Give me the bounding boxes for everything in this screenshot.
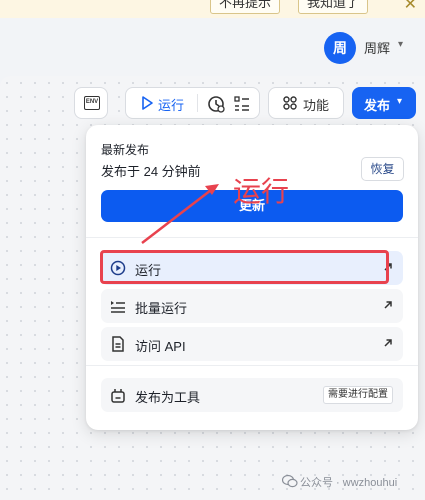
notice-bar: 不再提示 我知道了 ✕ — [0, 0, 425, 18]
tool-icon — [111, 389, 125, 403]
divider — [86, 237, 418, 238]
menu-item-access-api[interactable]: 访问 API — [101, 327, 403, 361]
checklist-icon[interactable] — [234, 95, 250, 113]
avatar[interactable]: 周 — [324, 32, 356, 64]
close-icon[interactable]: ✕ — [404, 0, 417, 14]
play-icon[interactable] — [140, 95, 154, 111]
wechat-icon — [282, 474, 298, 488]
menu-item-publish-as-tool[interactable]: 发布为工具 需要进行配置 — [101, 378, 403, 412]
arrow-up-right-icon — [384, 301, 392, 309]
function-button[interactable]: 功能 — [268, 87, 344, 119]
restore-button[interactable]: 恢复 — [361, 157, 404, 181]
document-icon — [112, 336, 124, 352]
function-label: 功能 — [303, 98, 330, 113]
annotation-highlight-box — [100, 250, 389, 284]
user-name[interactable]: 周辉 — [364, 38, 390, 57]
list-icon — [111, 301, 125, 313]
app-header: 周 周辉 ▾ — [0, 18, 425, 76]
divider — [86, 365, 418, 366]
configure-required-badge: 需要进行配置 — [323, 386, 393, 404]
history-icon[interactable] — [206, 94, 226, 114]
chevron-down-icon: ▾ — [397, 96, 403, 107]
menu-item-label: 访问 API — [135, 339, 186, 354]
menu-item-batch-run[interactable]: 批量运行 — [101, 289, 403, 323]
run-button[interactable]: 运行 — [158, 95, 184, 114]
publish-label: 发布 — [364, 98, 391, 113]
watermark-text: 公众号 · wwzhouhui — [300, 477, 398, 489]
chevron-down-icon[interactable]: ▾ — [398, 39, 403, 50]
menu-item-label: 批量运行 — [135, 301, 188, 316]
dont-show-again-button[interactable]: 不再提示 — [210, 0, 281, 14]
got-it-button[interactable]: 我知道了 — [298, 0, 369, 14]
env-icon: ENV — [84, 96, 100, 110]
recent-publish-time: 发布于 24 分钟前 — [101, 164, 201, 179]
run-toolbar-group: 运行 — [125, 87, 260, 119]
publish-button[interactable]: 发布 ▾ — [352, 87, 416, 119]
arrow-up-right-icon — [384, 339, 392, 347]
env-button[interactable]: ENV — [74, 87, 108, 119]
grid-icon — [283, 96, 297, 110]
recent-publish-title: 最新发布 — [101, 143, 150, 157]
annotation-text: 运行 — [233, 175, 290, 208]
separator — [197, 94, 198, 112]
menu-item-label: 发布为工具 — [135, 390, 201, 405]
